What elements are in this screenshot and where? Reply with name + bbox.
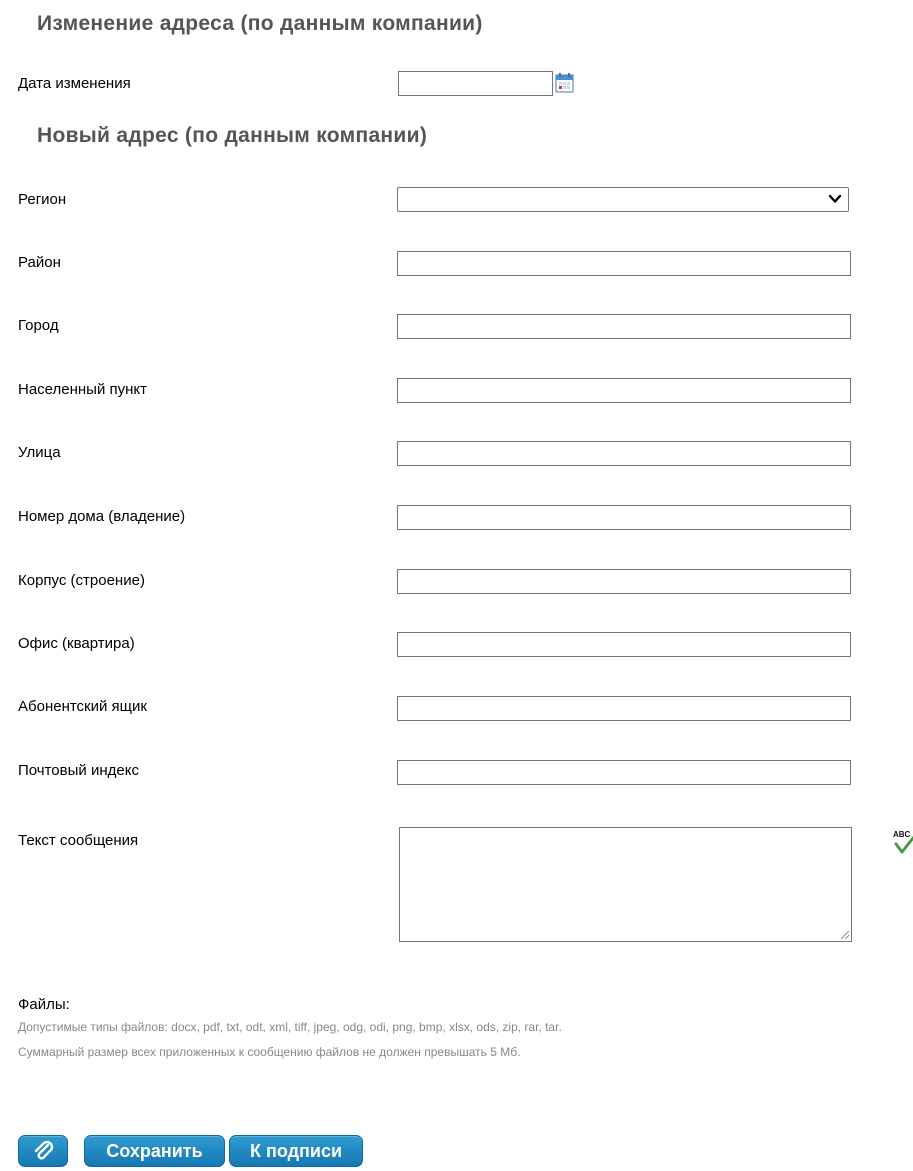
send-to-sign-button[interactable]: К подписи (229, 1135, 363, 1167)
house-label: Номер дома (владение) (18, 508, 186, 525)
postal-code-input[interactable] (397, 760, 851, 785)
attach-file-button[interactable] (18, 1135, 68, 1167)
district-input[interactable] (397, 251, 851, 276)
section-title-new-address: Новый адрес (по данным компании) (37, 124, 428, 147)
message-label: Текст сообщения (18, 832, 139, 849)
city-label: Город (18, 317, 59, 334)
spellcheck-icon[interactable]: ABC (891, 826, 913, 862)
date-label: Дата изменения (18, 75, 131, 92)
message-textarea[interactable] (399, 827, 852, 942)
files-size-limit: Суммарный размер всех приложенных к сооб… (18, 1045, 521, 1059)
city-input[interactable] (397, 314, 851, 339)
date-input[interactable] (398, 71, 553, 96)
postal-code-label: Почтовый индекс (18, 762, 139, 779)
calendar-icon[interactable] (555, 72, 574, 93)
street-input[interactable] (397, 441, 851, 466)
building-label: Корпус (строение) (18, 572, 145, 589)
paperclip-icon (34, 1141, 54, 1160)
files-title: Файлы: (18, 996, 70, 1013)
resize-grip-icon[interactable] (838, 928, 850, 940)
office-input[interactable] (397, 632, 851, 657)
street-label: Улица (18, 444, 61, 461)
po-box-label: Абонентский ящик (18, 698, 147, 715)
house-input[interactable] (397, 505, 851, 530)
po-box-input[interactable] (397, 696, 851, 721)
files-allowed-types: Допустимые типы файлов: docx, pdf, txt, … (18, 1020, 562, 1034)
region-select[interactable] (397, 187, 849, 212)
locality-input[interactable] (397, 378, 851, 403)
save-button[interactable]: Сохранить (84, 1135, 225, 1167)
chevron-down-icon (828, 194, 842, 203)
office-label: Офис (квартира) (18, 635, 135, 652)
svg-text:ABC: ABC (893, 830, 911, 839)
locality-label: Населенный пункт (18, 381, 148, 398)
region-label: Регион (18, 191, 67, 208)
section-title-change: Изменение адреса (по данным компании) (37, 12, 483, 35)
building-input[interactable] (397, 569, 851, 594)
district-label: Район (18, 254, 61, 271)
